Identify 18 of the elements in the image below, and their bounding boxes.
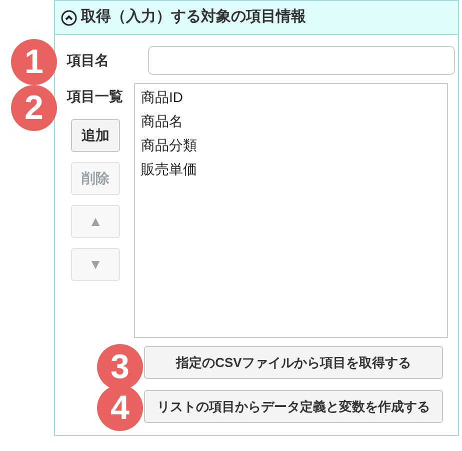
list-item[interactable]: 商品名 [141, 109, 441, 133]
field-label: 項目名 [67, 51, 110, 70]
collapse-icon[interactable] [61, 10, 77, 26]
panel-header[interactable]: 取得（入力）する対象の項目情報 [55, 1, 458, 35]
list-button[interactable]: 追加 [71, 119, 120, 152]
list-item[interactable]: 商品分類 [141, 133, 441, 157]
list-item[interactable]: 商品ID [141, 85, 441, 109]
number-badge: 2 [11, 85, 57, 131]
action-button[interactable]: 指定のCSVファイルから項目を取得する [144, 346, 443, 379]
field-label: 項目一覧 [67, 87, 124, 106]
number-badge: 1 [11, 39, 57, 85]
panel-title: 取得（入力）する対象の項目情報 [81, 7, 306, 28]
list-item[interactable]: 販売単価 [141, 157, 441, 181]
number-badge: 3 [97, 344, 143, 390]
item-name-field[interactable] [148, 46, 455, 75]
number-badge: 4 [97, 385, 143, 431]
action-button[interactable]: リストの項目からデータ定義と変数を作成する [144, 390, 443, 423]
item-list[interactable]: 商品ID 商品名 商品分類 販売単価 [134, 83, 448, 338]
